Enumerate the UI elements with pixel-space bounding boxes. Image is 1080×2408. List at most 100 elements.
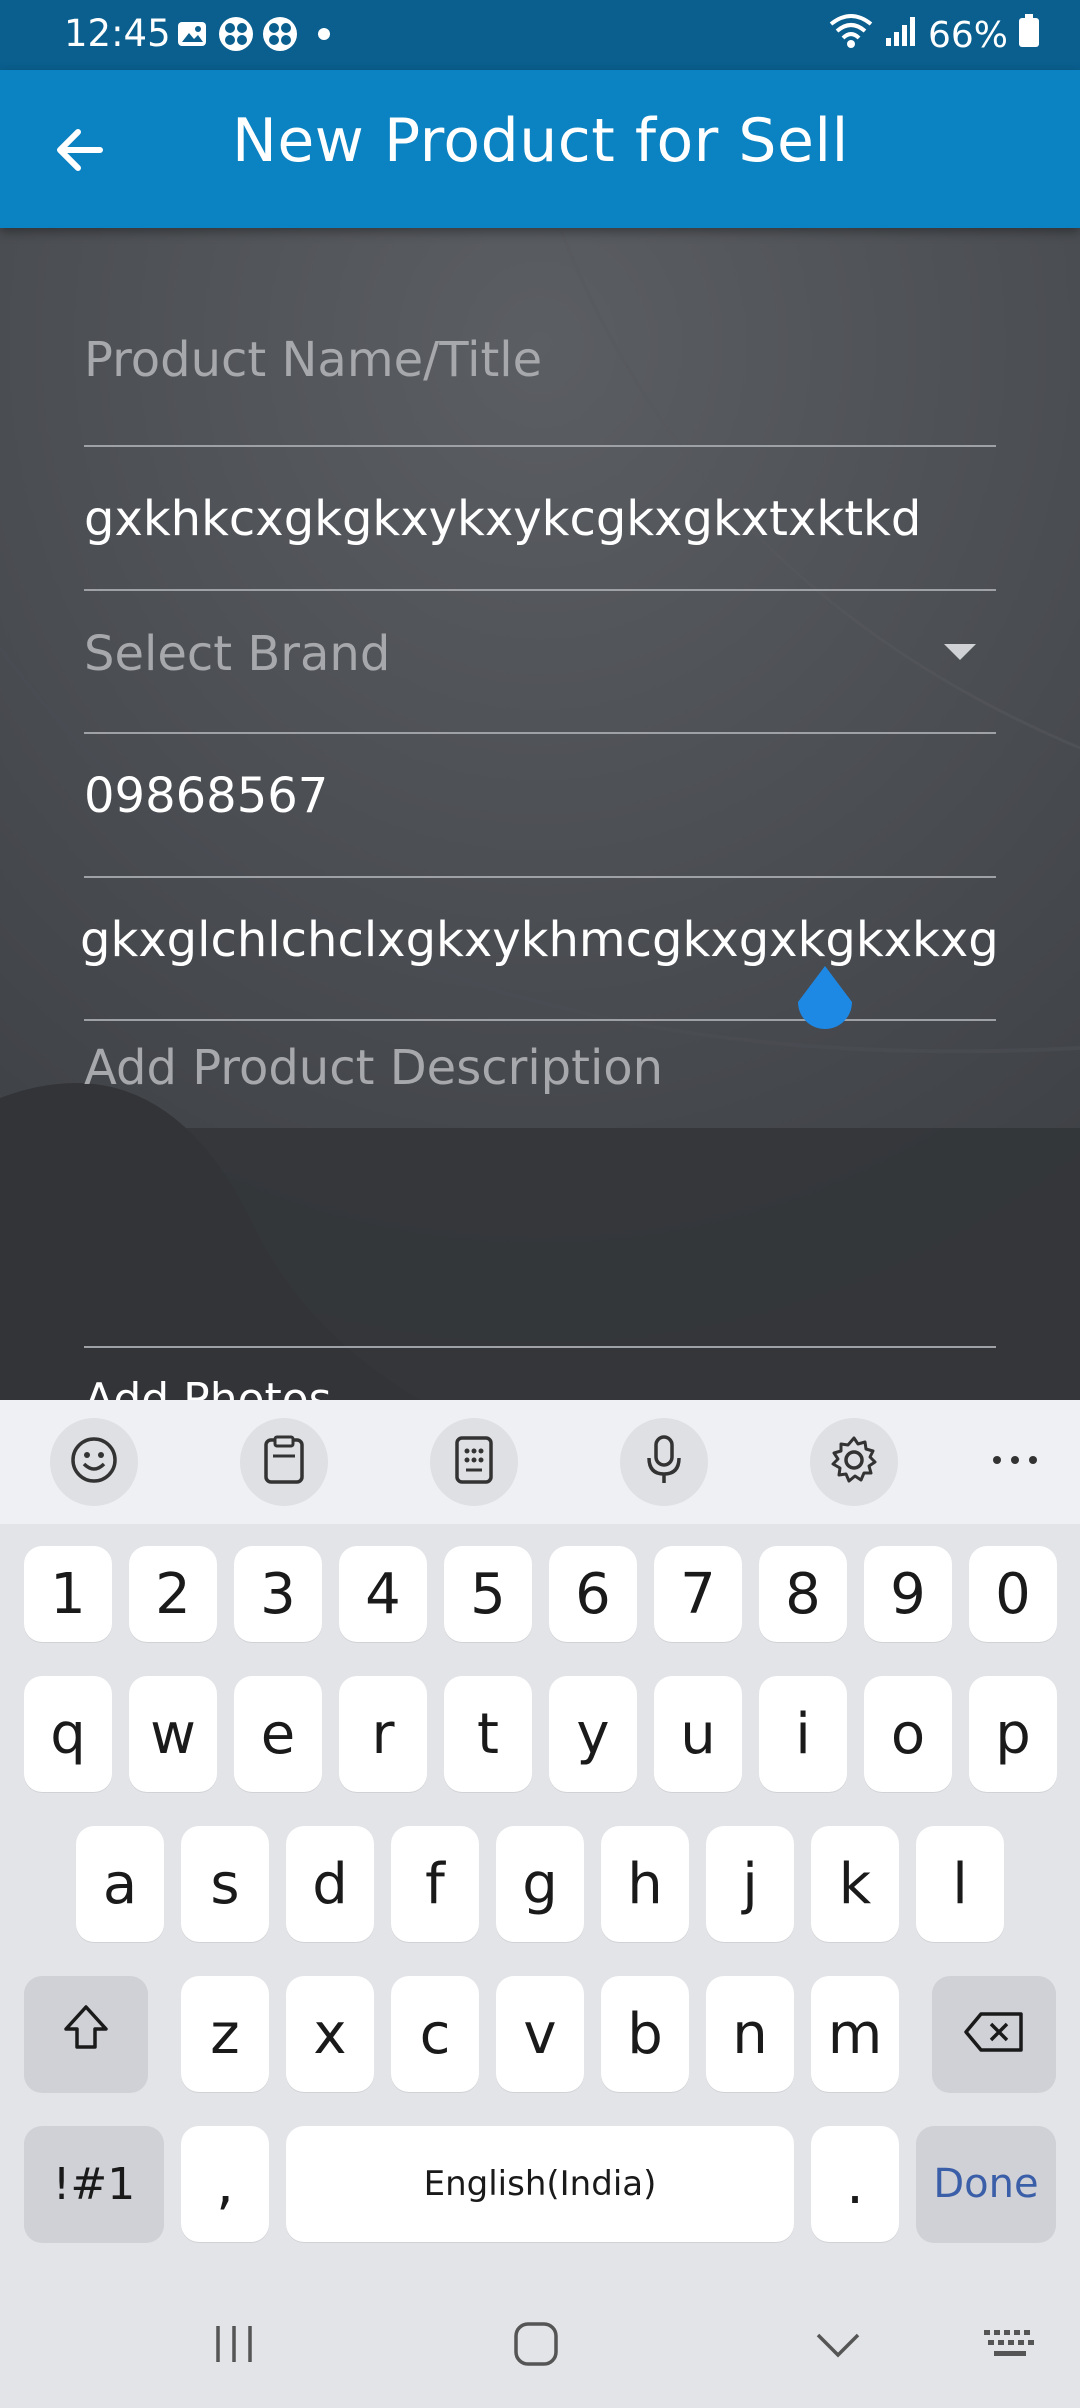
key-u[interactable]: u: [654, 1676, 742, 1792]
key-e[interactable]: e: [234, 1676, 322, 1792]
key-7[interactable]: 7: [654, 1546, 742, 1642]
app-bar: New Product for Sell: [0, 70, 1080, 228]
mic-icon: [644, 1434, 684, 1490]
hide-keyboard-button[interactable]: [798, 2314, 878, 2378]
key-4[interactable]: 4: [339, 1546, 427, 1642]
app-notification-icon: [218, 16, 254, 52]
notification-icons: [174, 16, 342, 52]
key-w[interactable]: w: [129, 1676, 217, 1792]
description-underline: [84, 1346, 996, 1348]
keypad-button[interactable]: [430, 1418, 518, 1506]
key-h[interactable]: h: [601, 1826, 689, 1942]
key-m[interactable]: m: [811, 1976, 899, 2092]
keyboard-toolbar: [0, 1400, 1080, 1524]
text-field-2-value: gxkhkcxgkgkxykxykcgkxgkxtxktkd: [84, 491, 922, 547]
recent-apps-button[interactable]: [194, 2314, 274, 2378]
key-g[interactable]: g: [496, 1826, 584, 1942]
keyboard: 1 2 3 4 5 6 7 8 9 0 q w e r t y u i o p …: [0, 1400, 1080, 2408]
key-y[interactable]: y: [549, 1676, 637, 1792]
key-r[interactable]: r: [339, 1676, 427, 1792]
key-o[interactable]: o: [864, 1676, 952, 1792]
key-d[interactable]: d: [286, 1826, 374, 1942]
brand-dropdown[interactable]: Select Brand: [84, 626, 996, 686]
add-photos-label: Add Photos: [84, 1374, 332, 1400]
backspace-icon: [963, 2002, 1025, 2067]
text-field-4-value: 09868567: [84, 768, 329, 824]
battery-icon: [1018, 14, 1040, 57]
product-name-underline: [84, 445, 996, 447]
key-2[interactable]: 2: [129, 1546, 217, 1642]
product-name-placeholder: Product Name/Title: [84, 332, 543, 388]
chevron-down-icon: [814, 2329, 862, 2363]
emoji-button[interactable]: [50, 1418, 138, 1506]
key-j[interactable]: j: [706, 1826, 794, 1942]
shift-icon: [60, 2001, 112, 2067]
more-options-button[interactable]: [990, 1450, 1040, 1480]
status-time: 12:45: [64, 12, 171, 55]
key-0[interactable]: 0: [969, 1546, 1057, 1642]
key-n[interactable]: n: [706, 1976, 794, 2092]
app-notification-icon: [262, 16, 298, 52]
back-button[interactable]: [48, 118, 112, 182]
done-key[interactable]: Done: [916, 2126, 1056, 2242]
key-f[interactable]: f: [391, 1826, 479, 1942]
text-field-5-underline: [84, 1019, 996, 1021]
key-z[interactable]: z: [181, 1976, 269, 2092]
comma-key[interactable]: ,: [181, 2126, 269, 2242]
home-button[interactable]: [496, 2314, 576, 2378]
clipboard-icon: [261, 1434, 307, 1490]
product-name-field[interactable]: Product Name/Title: [84, 332, 996, 388]
settings-icon: [828, 1434, 880, 1490]
recent-apps-icon: [210, 2322, 258, 2370]
key-b[interactable]: b: [601, 1976, 689, 2092]
key-t[interactable]: t: [444, 1676, 532, 1792]
key-8[interactable]: 8: [759, 1546, 847, 1642]
key-k[interactable]: k: [811, 1826, 899, 1942]
key-1[interactable]: 1: [24, 1546, 112, 1642]
emoji-icon: [69, 1435, 119, 1489]
keyboard-switch-button[interactable]: [970, 2314, 1050, 2378]
keyboard-icon: [982, 2326, 1038, 2366]
text-field-2[interactable]: gxkhkcxgkgkxykxykcgkxgkxtxktkd: [84, 491, 996, 547]
more-icon: [990, 1455, 1040, 1474]
text-field-2-underline: [84, 589, 996, 591]
gallery-icon: [174, 16, 210, 52]
product-form: Product Name/Title gxkhkcxgkgkxykxykcgkx…: [0, 228, 1080, 1400]
key-c[interactable]: c: [391, 1976, 479, 2092]
key-p[interactable]: p: [969, 1676, 1057, 1792]
space-key[interactable]: English(India): [286, 2126, 794, 2242]
text-field-4-underline: [84, 876, 996, 878]
keypad-icon: [453, 1435, 495, 1489]
key-i[interactable]: i: [759, 1676, 847, 1792]
text-field-5[interactable]: gkxglchlchclxgkxykhmcgkxgxkgkxkxg: [80, 912, 1000, 968]
key-a[interactable]: a: [76, 1826, 164, 1942]
text-field-5-value: gkxglchlchclxgkxykhmcgkxgxkgkxkxg: [80, 912, 999, 968]
key-5[interactable]: 5: [444, 1546, 532, 1642]
status-bar: 12:45 66%: [0, 0, 1080, 70]
shift-key[interactable]: [24, 1976, 148, 2092]
text-field-4[interactable]: 09868567: [84, 768, 996, 824]
key-v[interactable]: v: [496, 1976, 584, 2092]
battery-percent: 66%: [927, 15, 1008, 56]
description-placeholder: Add Product Description: [84, 1040, 664, 1096]
key-6[interactable]: 6: [549, 1546, 637, 1642]
key-l[interactable]: l: [916, 1826, 1004, 1942]
home-icon: [512, 2320, 560, 2372]
brand-underline: [84, 732, 996, 734]
key-q[interactable]: q: [24, 1676, 112, 1792]
text-cursor-handle[interactable]: [794, 964, 856, 1038]
key-s[interactable]: s: [181, 1826, 269, 1942]
voice-input-button[interactable]: [620, 1418, 708, 1506]
keyboard-settings-button[interactable]: [810, 1418, 898, 1506]
clipboard-button[interactable]: [240, 1418, 328, 1506]
period-key[interactable]: .: [811, 2126, 899, 2242]
description-field[interactable]: Add Product Description: [84, 1040, 996, 1268]
symbols-key[interactable]: !#1: [24, 2126, 164, 2242]
keyboard-keys: 1 2 3 4 5 6 7 8 9 0 q w e r t y u i o p …: [0, 1524, 1080, 2284]
key-3[interactable]: 3: [234, 1546, 322, 1642]
key-9[interactable]: 9: [864, 1546, 952, 1642]
more-notifications-dot-icon: [306, 16, 342, 52]
backspace-key[interactable]: [932, 1976, 1056, 2092]
key-x[interactable]: x: [286, 1976, 374, 2092]
navigation-bar: [0, 2284, 1080, 2408]
